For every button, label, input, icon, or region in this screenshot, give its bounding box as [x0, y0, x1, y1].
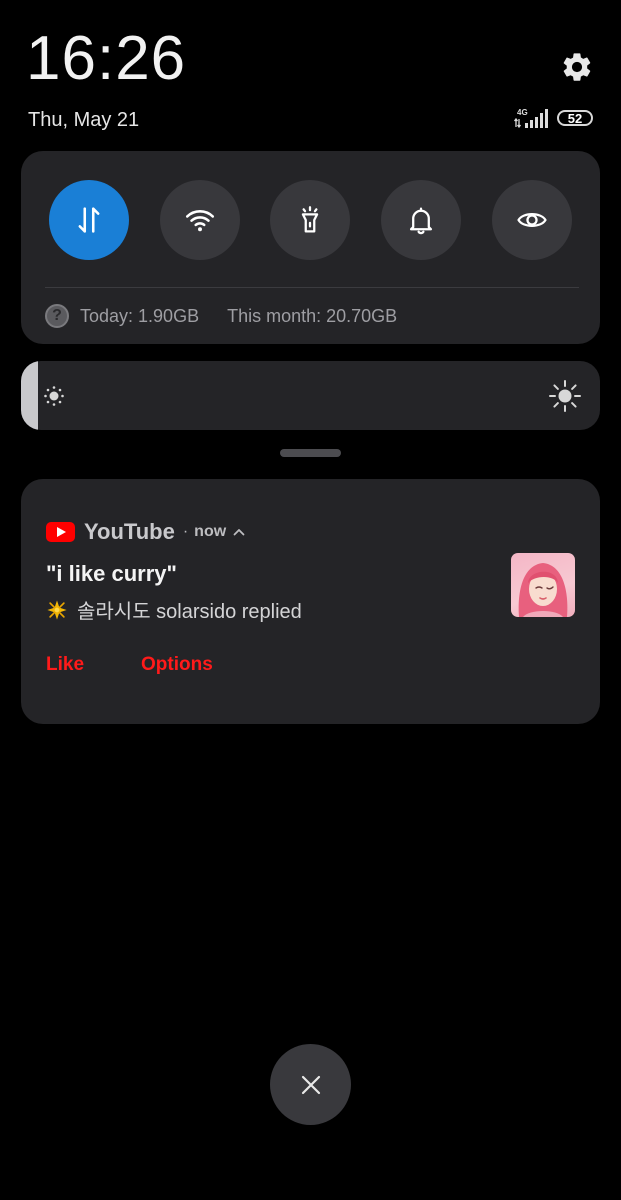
- data-usage-row[interactable]: ? Today: 1.90GB This month: 20.70GB: [45, 304, 397, 328]
- brightness-low-icon: [44, 386, 64, 406]
- sparkle-star-icon: [47, 599, 67, 620]
- like-action-button[interactable]: Like: [46, 654, 84, 676]
- wifi-toggle[interactable]: [160, 180, 240, 260]
- avatar: [511, 553, 575, 617]
- gear-icon[interactable]: [560, 50, 594, 84]
- close-icon: [301, 1075, 320, 1094]
- youtube-logo-icon: [46, 522, 75, 542]
- data-arrows-icon: [78, 207, 100, 233]
- data-usage-today: Today: 1.90GB: [80, 305, 200, 326]
- quick-settings-panel: ? Today: 1.90GB This month: 20.70GB: [21, 151, 600, 344]
- chevron-up-icon[interactable]: [232, 525, 246, 539]
- date: Thu, May 21: [28, 109, 140, 131]
- cellular-signal-icon: 4G: [513, 108, 548, 129]
- drag-handle[interactable]: [280, 449, 341, 457]
- clock: 16:26: [26, 24, 187, 93]
- options-action-button[interactable]: Options: [141, 654, 213, 676]
- notification-header: YouTube · now: [46, 519, 246, 544]
- mobile-data-toggle[interactable]: [49, 180, 129, 260]
- close-button[interactable]: [270, 1044, 351, 1125]
- notification-title: "i like curry": [46, 561, 177, 586]
- help-icon[interactable]: ?: [45, 304, 69, 328]
- sound-toggle[interactable]: [381, 180, 461, 260]
- notification-time: now: [194, 523, 227, 540]
- notification-body-text: 솔라시도 solarsido replied: [77, 601, 302, 623]
- brightness-level-fill: [21, 361, 39, 430]
- bell-icon: [409, 207, 433, 235]
- brightness-slider[interactable]: [21, 361, 600, 430]
- notification-app-name: YouTube: [84, 519, 175, 544]
- battery-indicator: 52: [557, 110, 593, 126]
- notification-body: 솔라시도 solarsido replied: [46, 595, 302, 624]
- flashlight-icon: [301, 206, 319, 233]
- wifi-icon: [185, 210, 215, 232]
- data-usage-month: This month: 20.70GB: [227, 305, 398, 326]
- header-separator: ·: [182, 523, 189, 540]
- youtube-notification[interactable]: YouTube · now "i like curry" 솔라시도 solars…: [21, 479, 600, 724]
- brightness-high-icon: [549, 380, 581, 412]
- eye-icon: [517, 213, 547, 227]
- reading-mode-toggle[interactable]: [492, 180, 572, 260]
- quick-settings-divider: [45, 287, 579, 288]
- flashlight-toggle[interactable]: [270, 180, 350, 260]
- network-type-label: 4G: [517, 108, 528, 117]
